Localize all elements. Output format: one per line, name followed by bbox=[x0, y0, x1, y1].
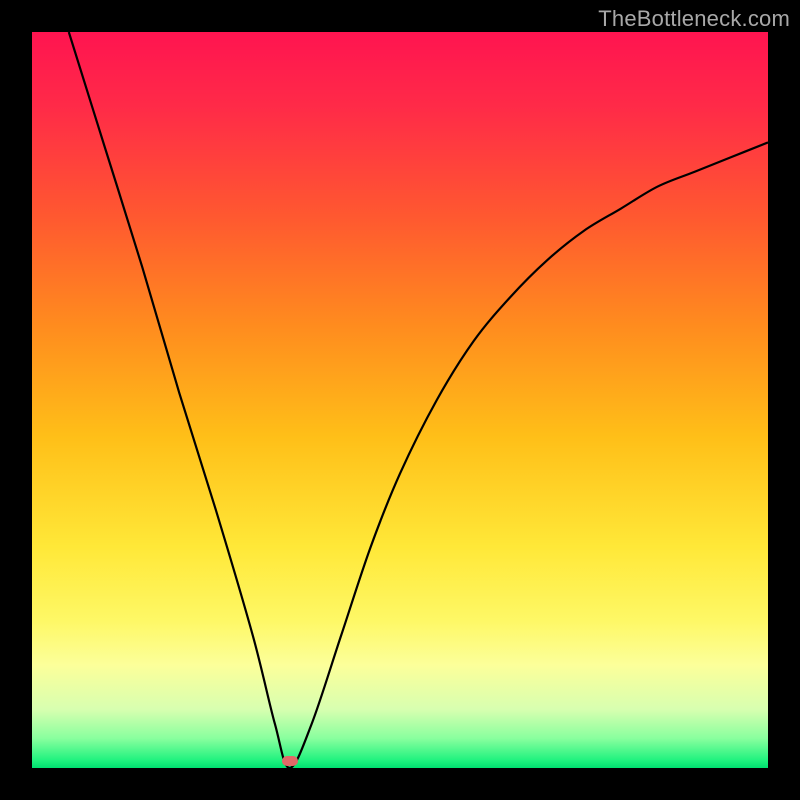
minimum-marker bbox=[282, 756, 298, 766]
chart-frame: TheBottleneck.com bbox=[0, 0, 800, 800]
bottleneck-curve bbox=[69, 32, 768, 768]
watermark-text: TheBottleneck.com bbox=[598, 6, 790, 32]
plot-area bbox=[32, 32, 768, 768]
curve-svg bbox=[32, 32, 768, 768]
